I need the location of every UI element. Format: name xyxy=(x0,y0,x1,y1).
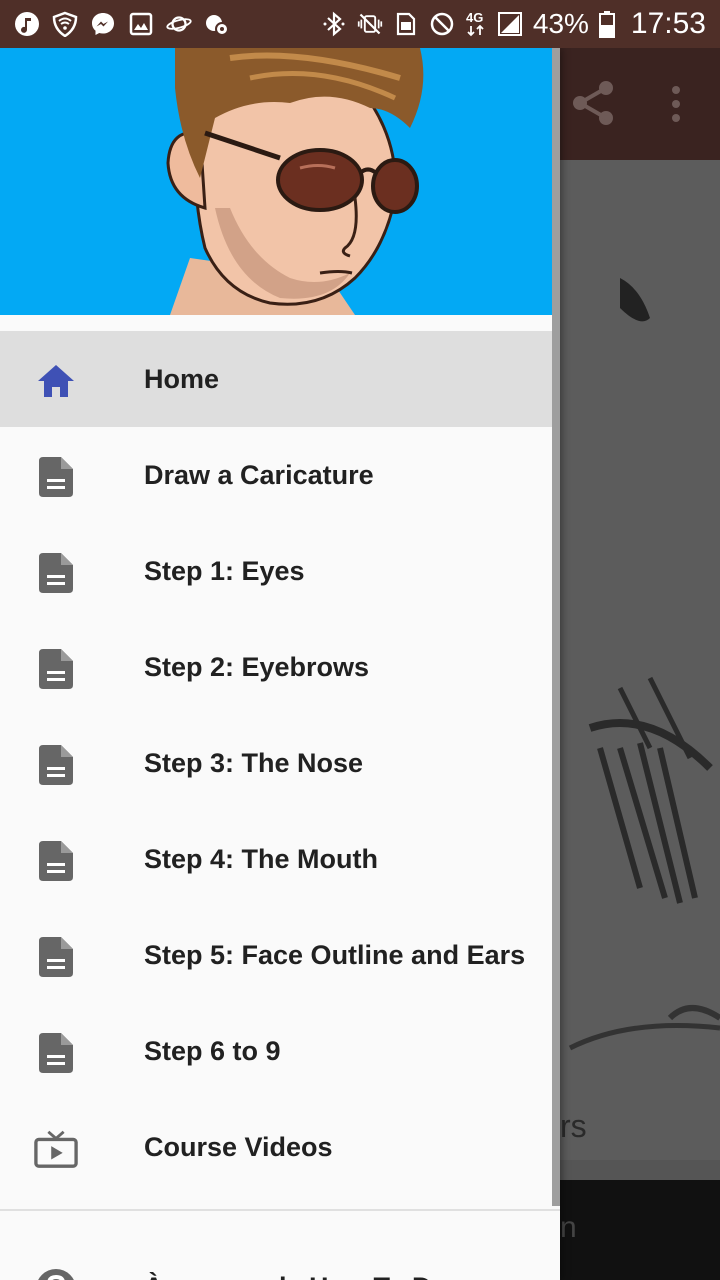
nav-item-step-1-eyes[interactable]: Step 1: Eyes xyxy=(0,523,560,619)
nav-item-home[interactable]: Home xyxy=(0,331,560,427)
vibrate-off-icon xyxy=(357,11,383,37)
svg-text:4G: 4G xyxy=(466,10,483,25)
shield-wifi-icon xyxy=(52,11,78,37)
tv-play-icon xyxy=(34,1127,78,1171)
document-icon xyxy=(34,455,78,499)
nav-item-label: À propos de How To Draw a xyxy=(144,1272,501,1280)
drawer-menu: Home Draw a Caricature Step 1: Eyes Step… xyxy=(0,331,560,1280)
nav-item-label: Step 4: The Mouth xyxy=(144,843,378,874)
nav-item-label: Step 3: The Nose xyxy=(144,747,364,778)
nav-item-draw-a-caricature[interactable]: Draw a Caricature xyxy=(0,427,560,523)
share-icon[interactable] xyxy=(572,80,614,126)
image-icon xyxy=(128,11,154,37)
nav-item-about[interactable]: À propos de How To Draw a xyxy=(0,1239,560,1280)
nav-item-label: Step 2: Eyebrows xyxy=(144,651,370,682)
planet-icon xyxy=(166,11,192,37)
document-icon xyxy=(34,839,78,883)
nav-item-label: Step 5: Face Outline and Ears xyxy=(144,939,526,970)
messenger-icon xyxy=(90,11,116,37)
signal-icon xyxy=(497,11,523,37)
bluetooth-icon xyxy=(321,11,347,37)
nav-item-label: Course Videos xyxy=(144,1131,333,1162)
document-icon xyxy=(34,551,78,595)
clock: 17:53 xyxy=(630,7,706,40)
nav-item-step-4-mouth[interactable]: Step 4: The Mouth xyxy=(0,811,560,907)
music-icon xyxy=(14,11,40,37)
drawer-scrollbar[interactable] xyxy=(552,48,560,1206)
nav-item-label: Step 6 to 9 xyxy=(144,1035,281,1066)
nav-item-step-2-eyebrows[interactable]: Step 2: Eyebrows xyxy=(0,619,560,715)
sketch-drawing xyxy=(568,278,720,1051)
caricature-illustration xyxy=(166,48,424,315)
drawer-header xyxy=(0,48,560,315)
do-not-disturb-icon xyxy=(429,11,455,37)
nav-item-label: Draw a Caricature xyxy=(144,459,374,490)
background-caption: rs xyxy=(560,1108,587,1144)
nav-item-step-6-to-9[interactable]: Step 6 to 9 xyxy=(0,1003,560,1099)
nav-item-step-3-nose[interactable]: Step 3: The Nose xyxy=(0,715,560,811)
nav-item-course-videos[interactable]: Course Videos xyxy=(0,1099,560,1195)
nav-item-label: Step 1: Eyes xyxy=(144,555,305,586)
home-icon xyxy=(34,359,78,403)
document-icon xyxy=(34,743,78,787)
document-icon xyxy=(34,1031,78,1075)
sim-icon xyxy=(393,11,419,37)
network-4g-icon: 4G xyxy=(465,10,487,37)
navigation-drawer: Home Draw a Caricature Step 1: Eyes Step… xyxy=(0,48,560,1280)
cloud-settings-icon xyxy=(204,11,230,37)
document-icon xyxy=(34,935,78,979)
background-footer-text: n xyxy=(560,1211,577,1244)
help-icon xyxy=(34,1267,78,1280)
battery-icon xyxy=(598,11,615,38)
nav-item-label: Home xyxy=(144,363,220,394)
document-icon xyxy=(34,647,78,691)
battery-percent: 43% xyxy=(532,8,589,39)
status-bar: 4G 43% 17:53 xyxy=(0,0,720,48)
nav-item-step-5-face-outline[interactable]: Step 5: Face Outline and Ears xyxy=(0,907,560,1003)
menu-divider xyxy=(0,1209,560,1211)
more-options-icon[interactable] xyxy=(664,84,688,124)
